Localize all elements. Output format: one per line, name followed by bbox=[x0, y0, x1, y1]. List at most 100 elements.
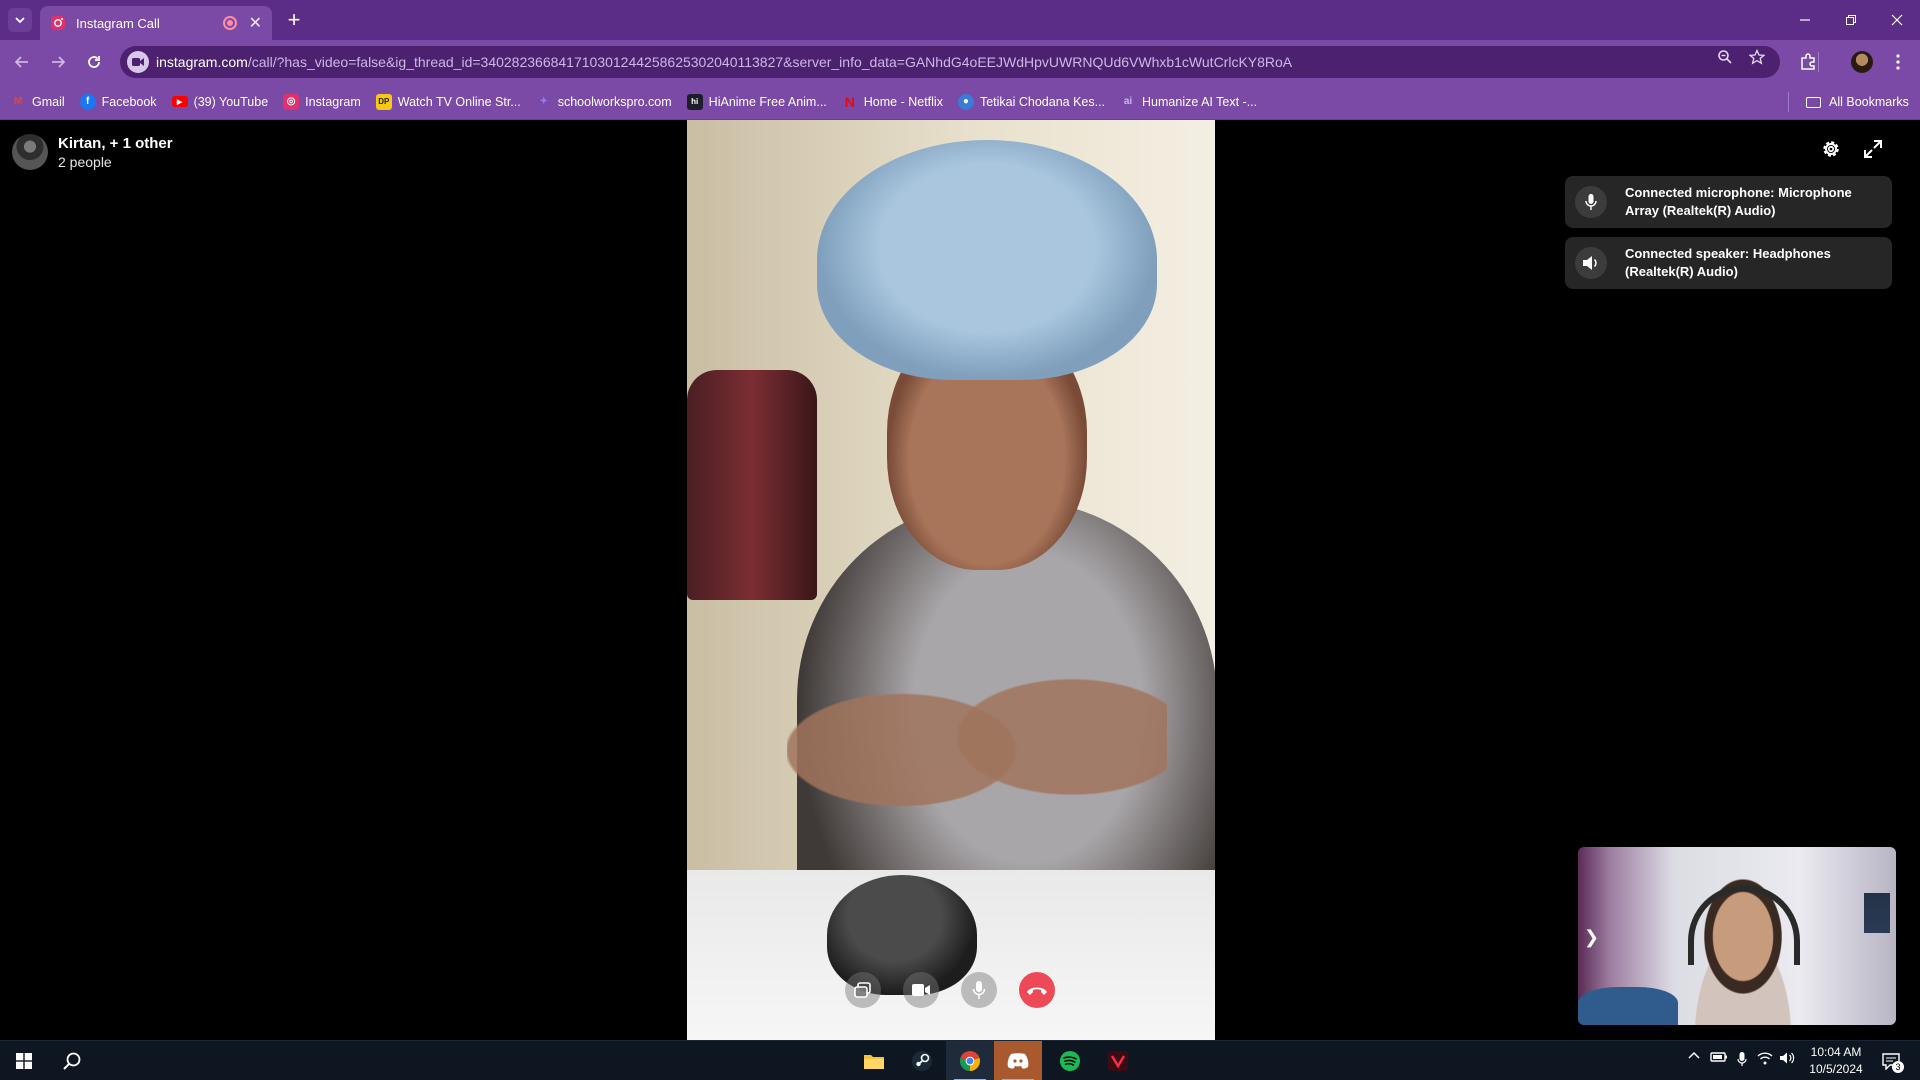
close-window-button[interactable] bbox=[1874, 0, 1920, 40]
share-screen-button[interactable] bbox=[845, 972, 881, 1008]
battery-icon[interactable] bbox=[1710, 1051, 1728, 1063]
reload-button[interactable] bbox=[80, 48, 108, 76]
address-bar[interactable]: instagram.com /call/?has_video=false&ig_… bbox=[120, 46, 1780, 78]
taskbar-steam[interactable] bbox=[898, 1041, 946, 1080]
arrow-right-icon bbox=[52, 56, 66, 68]
taskbar-chrome[interactable] bbox=[946, 1041, 994, 1080]
bookmarks-bar: M Gmail f Facebook ▶ (39) YouTube ◎ Inst… bbox=[0, 84, 1920, 120]
profile-avatar bbox=[1851, 51, 1873, 73]
back-button[interactable] bbox=[8, 48, 36, 76]
chevron-down-icon bbox=[15, 17, 25, 24]
youtube-icon: ▶ bbox=[171, 96, 188, 107]
microphone-tray-icon[interactable] bbox=[1734, 1051, 1750, 1067]
remote-video-feed bbox=[687, 120, 1215, 1040]
expand-icon bbox=[1864, 140, 1882, 158]
chevron-up-icon bbox=[1688, 1051, 1700, 1059]
browser-toolbar: instagram.com /call/?has_video=false&ig_… bbox=[0, 40, 1920, 84]
close-icon bbox=[1891, 14, 1903, 26]
minimize-icon bbox=[1800, 19, 1810, 21]
taskbar-discord[interactable] bbox=[994, 1041, 1042, 1080]
system-clock[interactable]: 10:04 AM 10/5/2024 bbox=[1798, 1044, 1874, 1078]
call-participants-header: Kirtan, + 1 other 2 people bbox=[12, 134, 173, 170]
profile-button[interactable] bbox=[1848, 48, 1876, 76]
bookmark-facebook[interactable]: f Facebook bbox=[79, 93, 157, 110]
instagram-icon: ◎ bbox=[283, 93, 300, 110]
browser-menu-button[interactable] bbox=[1884, 48, 1912, 76]
reload-icon bbox=[88, 56, 100, 68]
bookmark-netflix[interactable]: N Home - Netflix bbox=[842, 94, 943, 110]
watch-tv-icon: DP bbox=[375, 93, 392, 110]
spotify-icon bbox=[1060, 1051, 1080, 1071]
search-button[interactable] bbox=[48, 1041, 96, 1080]
share-screen-icon bbox=[854, 982, 871, 998]
bookmark-gmail[interactable]: M Gmail bbox=[10, 94, 65, 110]
clock-date: 10/5/2024 bbox=[1809, 1062, 1863, 1076]
tab-instagram-call[interactable]: Instagram Call ✕ bbox=[40, 6, 272, 40]
taskbar-file-explorer[interactable] bbox=[850, 1041, 898, 1080]
chevron-right-icon[interactable]: ❯ bbox=[1584, 927, 1599, 948]
taskbar-spotify[interactable] bbox=[1046, 1041, 1094, 1080]
notification-center-button[interactable]: 3 bbox=[1878, 1049, 1904, 1073]
folder-icon bbox=[864, 1055, 884, 1069]
bookmark-instagram[interactable]: ◎ Instagram bbox=[283, 93, 361, 110]
browser-tab-bar: Instagram Call ✕ + bbox=[0, 0, 1920, 40]
all-bookmarks-button[interactable]: All Bookmarks bbox=[1806, 84, 1909, 120]
show-hidden-icons-button[interactable] bbox=[1686, 1051, 1702, 1059]
microphone-toast-text: Connected microphone: Microphone Array (… bbox=[1625, 185, 1852, 218]
bookmarks-divider bbox=[1788, 92, 1789, 112]
tab-close-icon[interactable]: ✕ bbox=[249, 13, 262, 33]
steam-icon bbox=[912, 1051, 932, 1071]
bookmark-watch-tv[interactable]: DP Watch TV Online Str... bbox=[375, 93, 521, 110]
instagram-call-view: Kirtan, + 1 other 2 people Connected mic… bbox=[0, 120, 1920, 1040]
instagram-icon bbox=[51, 16, 65, 30]
forward-button[interactable] bbox=[44, 48, 72, 76]
humanize-icon: ai bbox=[1123, 96, 1133, 107]
tab-title: Instagram Call bbox=[76, 15, 160, 31]
bookmark-youtube[interactable]: ▶ (39) YouTube bbox=[171, 95, 268, 109]
microphone-icon bbox=[972, 981, 986, 999]
toolbar-divider bbox=[1818, 52, 1819, 72]
video-hanging-jacket bbox=[687, 370, 817, 600]
schoolworks-icon: ✦ bbox=[539, 96, 548, 107]
tab-search-button[interactable] bbox=[8, 8, 32, 32]
speaker-toast-text: Connected speaker: Headphones (Realtek(R… bbox=[1625, 246, 1831, 279]
video-camera-icon bbox=[912, 984, 930, 996]
start-button[interactable] bbox=[0, 1041, 48, 1080]
windows-logo-icon bbox=[16, 1053, 32, 1069]
self-video-preview[interactable]: ❯ bbox=[1578, 847, 1896, 1025]
fullscreen-button[interactable] bbox=[1860, 136, 1886, 162]
new-tab-button[interactable]: + bbox=[282, 7, 306, 32]
netflix-icon: N bbox=[844, 93, 855, 110]
bookmark-schoolworkspro[interactable]: ✦ schoolworkspro.com bbox=[536, 94, 672, 110]
video-bucket-hat bbox=[817, 140, 1157, 380]
participants-title: Kirtan, + 1 other bbox=[58, 134, 173, 152]
participants-count: 2 people bbox=[58, 153, 112, 170]
restore-button[interactable] bbox=[1828, 0, 1874, 40]
end-call-button[interactable] bbox=[1019, 972, 1055, 1008]
clock-time: 10:04 AM bbox=[1810, 1045, 1862, 1059]
site-info-icon[interactable] bbox=[127, 51, 149, 73]
self-view-chair bbox=[1578, 987, 1678, 1025]
self-view-wall-flag bbox=[1864, 893, 1890, 933]
volume-icon[interactable] bbox=[1778, 1051, 1796, 1065]
speaker-connected-toast: Connected speaker: Headphones (Realtek(R… bbox=[1565, 237, 1892, 289]
wifi-icon[interactable] bbox=[1756, 1051, 1774, 1065]
bookmark-star-icon[interactable] bbox=[1746, 46, 1768, 68]
url-path: /call/?has_video=false&ig_thread_id=3402… bbox=[247, 54, 1293, 70]
puzzle-icon bbox=[1801, 53, 1815, 70]
hang-up-icon bbox=[1027, 987, 1047, 995]
restore-icon bbox=[1846, 15, 1856, 25]
bookmark-hianime[interactable]: hi HiAnime Free Anim... bbox=[686, 93, 827, 110]
minimize-button[interactable] bbox=[1782, 0, 1828, 40]
zoom-icon[interactable] bbox=[1714, 46, 1736, 68]
video-toggle-button[interactable] bbox=[903, 972, 939, 1008]
call-settings-button[interactable] bbox=[1818, 136, 1844, 162]
taskbar-app-red-v[interactable] bbox=[1094, 1041, 1142, 1080]
bookmark-humanize[interactable]: ai Humanize AI Text -... bbox=[1120, 94, 1257, 110]
facebook-icon: f bbox=[79, 93, 96, 110]
gear-icon bbox=[1823, 141, 1839, 157]
microphone-toggle-button[interactable] bbox=[961, 972, 997, 1008]
bookmark-tetikai[interactable]: ● Tetikai Chodana Kes... bbox=[957, 93, 1105, 110]
participant-avatar bbox=[12, 134, 48, 170]
more-vertical-icon bbox=[1896, 54, 1900, 70]
